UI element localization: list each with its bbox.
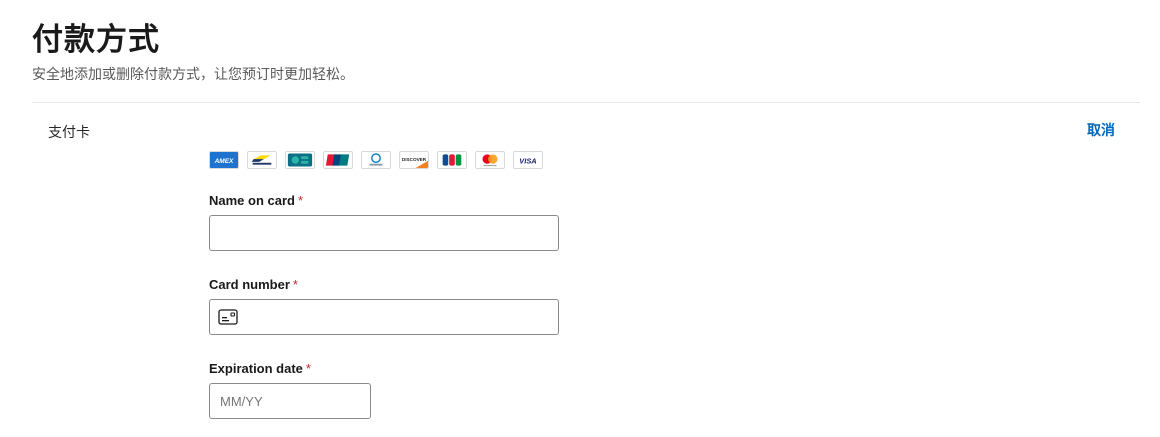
unionpay-icon [323, 151, 353, 169]
credit-card-icon [218, 308, 238, 331]
cancel-button[interactable]: 取消 [1087, 120, 1115, 140]
required-marker: * [305, 361, 311, 376]
expiration-date-label-text: Expiration date [209, 361, 303, 376]
payment-card-section-label: 支付卡 [48, 125, 90, 141]
card-number-label: Card number * [209, 277, 298, 292]
diners-club-icon [361, 151, 391, 169]
visa-icon: VISA [513, 151, 543, 169]
svg-text:AMEX: AMEX [214, 158, 234, 165]
accepted-card-brands: AMEX DISCOVER VISA [209, 151, 543, 169]
mastercard-icon [475, 151, 505, 169]
name-on-card-input[interactable] [209, 215, 559, 251]
expiration-date-label: Expiration date * [209, 361, 311, 376]
page-subtitle: 安全地添加或删除付款方式，让您预订时更加轻松。 [32, 67, 354, 83]
name-on-card-label-text: Name on card [209, 193, 295, 208]
bancontact-icon [247, 151, 277, 169]
card-number-label-text: Card number [209, 277, 290, 292]
svg-text:VISA: VISA [519, 156, 536, 165]
payment-methods-page: 付款方式 安全地添加或删除付款方式，让您预订时更加轻松。 支付卡 取消 AMEX [0, 0, 1160, 437]
amex-icon: AMEX [209, 151, 239, 169]
expiration-date-input[interactable] [209, 383, 371, 419]
name-on-card-label: Name on card * [209, 193, 303, 208]
page-title: 付款方式 [32, 22, 160, 58]
card-number-input[interactable] [209, 299, 559, 335]
discover-icon: DISCOVER [399, 151, 429, 169]
section-divider [32, 102, 1140, 103]
jcb-icon [437, 151, 467, 169]
cartes-bancaires-icon [285, 151, 315, 169]
required-marker: * [297, 193, 304, 208]
required-marker: * [292, 277, 298, 292]
svg-text:DISCOVER: DISCOVER [402, 157, 427, 162]
